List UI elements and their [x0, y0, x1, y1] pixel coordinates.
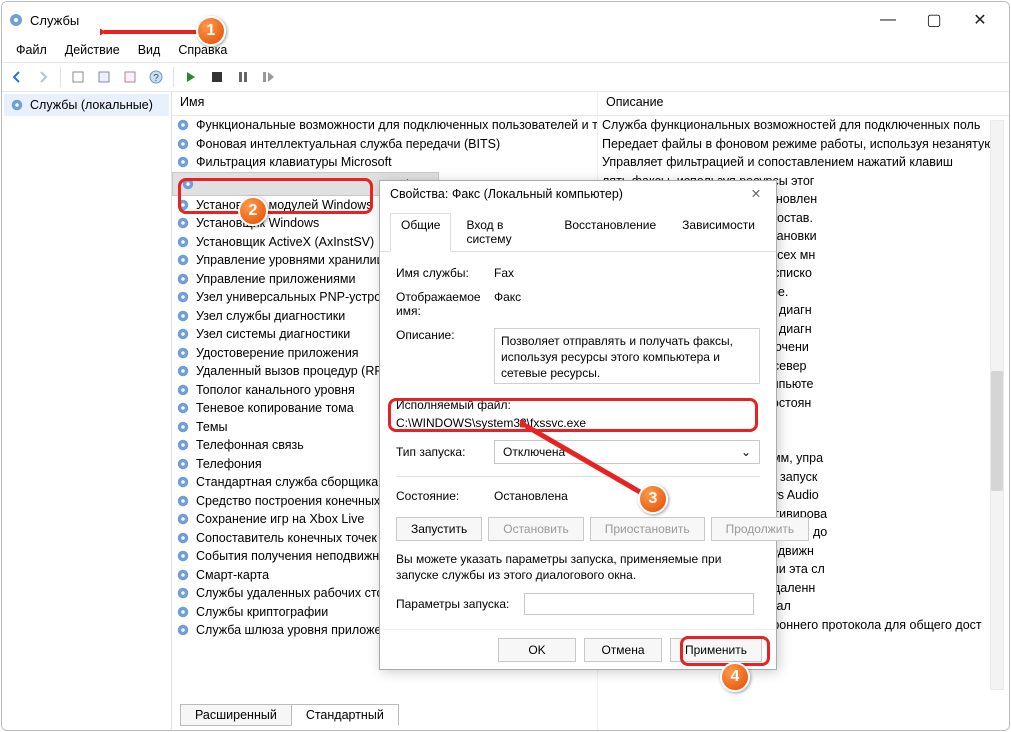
cancel-button[interactable]: Отмена: [584, 638, 662, 662]
pause-button[interactable]: Приостановить: [590, 517, 705, 541]
window-title: Службы: [30, 13, 79, 28]
export-icon[interactable]: [119, 66, 141, 88]
menu-help[interactable]: Справка: [170, 41, 235, 59]
start-service-icon[interactable]: [180, 66, 202, 88]
label-startup-params: Параметры запуска:: [396, 597, 516, 611]
ok-button[interactable]: OK: [498, 638, 576, 662]
stop-service-icon[interactable]: [206, 66, 228, 88]
chevron-down-icon: ⌄: [741, 445, 751, 459]
back-button[interactable]: [6, 66, 28, 88]
props-icon[interactable]: [67, 66, 89, 88]
value-executable: C:\WINDOWS\system32\fxssvc.exe: [396, 416, 760, 430]
label-executable: Исполняемый файл:: [396, 398, 760, 412]
tree-label: Службы (локальные): [30, 98, 153, 112]
label-description: Описание:: [396, 328, 486, 342]
startup-type-select[interactable]: Отключена ⌄: [494, 440, 760, 464]
tab-recovery[interactable]: Восстановление: [553, 213, 667, 251]
value-display-name: Факс: [494, 290, 760, 304]
pause-service-icon[interactable]: [232, 66, 254, 88]
left-panel: Службы (локальные): [2, 92, 172, 730]
gear-icon: [10, 98, 24, 112]
menu-action[interactable]: Действие: [57, 41, 128, 59]
close-button[interactable]: ✕: [957, 5, 1003, 35]
titlebar: Службы — ▢ ✕: [2, 2, 1009, 38]
value-description: Позволяет отправлять и получать факсы, и…: [494, 328, 760, 384]
column-header-desc[interactable]: Описание: [598, 92, 1009, 116]
forward-button[interactable]: [32, 66, 54, 88]
service-desc: Передает файлы в фоновом режиме работы, …: [598, 135, 1009, 154]
startup-type-value: Отключена: [503, 445, 565, 459]
tab-general[interactable]: Общие: [390, 213, 451, 252]
label-startup-type: Тип запуска:: [396, 445, 486, 459]
refresh-icon[interactable]: [93, 66, 115, 88]
tab-extended[interactable]: Расширенный: [180, 704, 292, 726]
dialog-tabs: Общие Вход в систему Восстановление Зави…: [380, 207, 776, 252]
service-desc: Служба функциональных возможностей для п…: [598, 116, 1009, 135]
stop-button[interactable]: Остановить: [488, 517, 584, 541]
startup-params-hint: Вы можете указать параметры запуска, при…: [396, 551, 760, 583]
svg-text:?: ?: [153, 73, 159, 84]
help-icon[interactable]: ?: [145, 66, 167, 88]
menubar: Файл Действие Вид Справка: [2, 38, 1009, 62]
tab-standard[interactable]: Стандартный: [291, 704, 399, 726]
resume-button[interactable]: Продолжить: [711, 517, 810, 541]
dialog-close-icon[interactable]: ✕: [746, 186, 766, 201]
tab-logon[interactable]: Вход в систему: [455, 213, 549, 251]
toolbar: ?: [2, 62, 1009, 92]
tab-dependencies[interactable]: Зависимости: [671, 213, 766, 251]
view-tabs: Расширенный Стандартный: [180, 704, 398, 726]
minimize-button[interactable]: —: [865, 5, 911, 35]
apply-button[interactable]: Применить: [670, 638, 762, 662]
dialog-titlebar: Свойства: Факс (Локальный компьютер) ✕: [380, 181, 776, 207]
label-service-name: Имя службы:: [396, 266, 486, 280]
dialog-title: Свойства: Факс (Локальный компьютер): [390, 187, 623, 201]
properties-dialog: Свойства: Факс (Локальный компьютер) ✕ О…: [379, 180, 777, 670]
service-row[interactable]: Фильтрация клавиатуры Microsoft: [172, 153, 597, 172]
service-row[interactable]: Функциональные возможности для подключен…: [172, 116, 597, 135]
column-header-name[interactable]: Имя: [172, 92, 597, 116]
startup-params-input[interactable]: [524, 593, 754, 615]
scrollbar-vertical[interactable]: [990, 120, 1004, 690]
gear-icon: [8, 12, 24, 28]
scrollbar-thumb[interactable]: [991, 371, 1003, 491]
value-service-name: Fax: [494, 266, 760, 280]
menu-view[interactable]: Вид: [130, 41, 169, 59]
label-state: Состояние:: [396, 489, 486, 503]
menu-file[interactable]: Файл: [8, 41, 55, 59]
restart-service-icon[interactable]: [258, 66, 280, 88]
label-display-name: Отображаемое имя:: [396, 290, 486, 318]
start-button[interactable]: Запустить: [396, 517, 482, 541]
value-state: Остановлена: [494, 489, 760, 503]
window-controls: — ▢ ✕: [865, 5, 1003, 35]
maximize-button[interactable]: ▢: [911, 5, 957, 35]
tree-services-local[interactable]: Службы (локальные): [4, 94, 169, 116]
service-desc: Управляет фильтрацией и сопоставлением н…: [598, 153, 1009, 172]
service-row[interactable]: Фоновая интеллектуальная служба передачи…: [172, 135, 597, 154]
